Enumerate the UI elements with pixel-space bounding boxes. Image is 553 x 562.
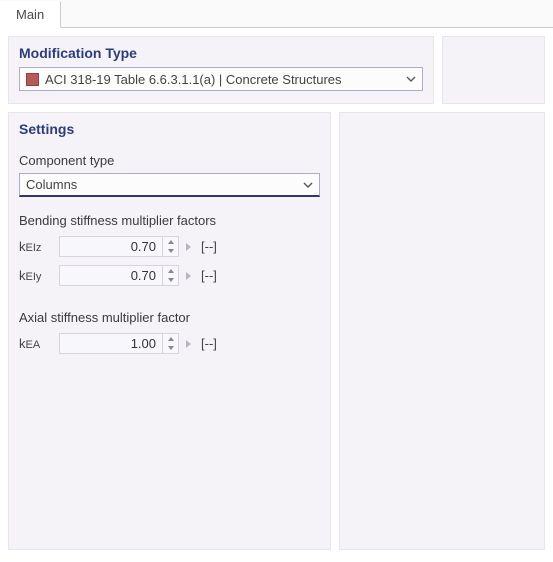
kEIy-step-up[interactable]	[163, 266, 178, 276]
chevron-down-icon	[404, 74, 418, 84]
structure-color-swatch	[26, 73, 39, 86]
chevron-down-icon	[168, 346, 174, 350]
kEIz-step-down[interactable]	[163, 247, 178, 257]
kEIy-apply-button[interactable]	[181, 272, 195, 280]
chevron-up-icon	[168, 269, 174, 273]
kEA-row: kEA 1.00 [--]	[19, 333, 320, 354]
kEIz-value: 0.70	[60, 239, 162, 254]
kEIz-step-up[interactable]	[163, 237, 178, 247]
kEIy-input[interactable]: 0.70	[59, 265, 179, 286]
tab-bar: Main	[0, 0, 553, 28]
kEIy-label: kEIy	[19, 268, 59, 283]
kEIz-apply-button[interactable]	[181, 243, 195, 251]
kEA-label: kEA	[19, 336, 59, 351]
modification-type-title: Modification Type	[19, 45, 423, 61]
right-panel	[339, 112, 545, 550]
component-type-select[interactable]: Columns	[19, 173, 320, 197]
kEIy-value: 0.70	[60, 268, 162, 283]
kEA-value: 1.00	[60, 336, 162, 351]
top-right-panel	[442, 36, 545, 104]
settings-panel: Settings Component type Columns Bending …	[8, 112, 331, 550]
modification-type-select[interactable]: ACI 318-19 Table 6.6.3.1.1(a) | Concrete…	[19, 67, 423, 91]
kEIy-row: kEIy 0.70 [--]	[19, 265, 320, 286]
bending-section-label: Bending stiffness multiplier factors	[19, 213, 320, 228]
kEIz-row: kEIz 0.70 [--]	[19, 236, 320, 257]
kEIz-label: kEIz	[19, 239, 59, 254]
tab-main[interactable]: Main	[0, 1, 61, 28]
chevron-down-icon	[168, 278, 174, 282]
modification-type-value: ACI 318-19 Table 6.6.3.1.1(a) | Concrete…	[45, 72, 398, 87]
kEIz-unit: [--]	[201, 239, 217, 254]
chevron-up-icon	[168, 337, 174, 341]
play-icon	[186, 340, 191, 348]
axial-section-label: Axial stiffness multiplier factor	[19, 310, 320, 325]
play-icon	[186, 272, 191, 280]
kEIy-step-down[interactable]	[163, 276, 178, 286]
play-icon	[186, 243, 191, 251]
chevron-down-icon	[301, 180, 315, 190]
settings-title: Settings	[19, 121, 320, 137]
chevron-up-icon	[168, 240, 174, 244]
kEA-apply-button[interactable]	[181, 340, 195, 348]
kEA-step-down[interactable]	[163, 344, 178, 354]
kEIy-unit: [--]	[201, 268, 217, 283]
kEIz-input[interactable]: 0.70	[59, 236, 179, 257]
modification-type-panel: Modification Type ACI 318-19 Table 6.6.3…	[8, 36, 434, 104]
kEA-unit: [--]	[201, 336, 217, 351]
component-type-label: Component type	[19, 153, 320, 168]
component-type-value: Columns	[26, 177, 295, 192]
chevron-down-icon	[168, 249, 174, 253]
kEA-input[interactable]: 1.00	[59, 333, 179, 354]
kEA-step-up[interactable]	[163, 334, 178, 344]
